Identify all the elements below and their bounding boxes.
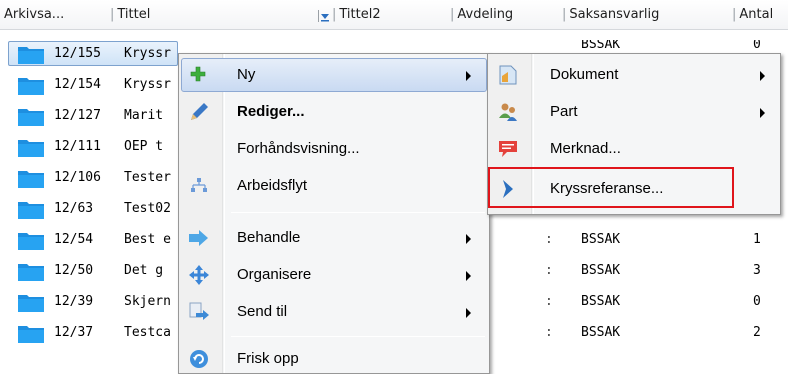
case-title: Kryssr	[124, 77, 171, 92]
case-number: 12/106	[54, 170, 101, 185]
menu-item-label: Rediger...	[237, 103, 305, 120]
case-number: 12/111	[54, 139, 101, 154]
column-header-avdeling[interactable]: | Avdeling	[450, 0, 513, 30]
case-number: 12/155	[54, 46, 101, 61]
case-title: OEP t	[124, 139, 164, 154]
menu-item-highlight	[181, 58, 487, 92]
folder-icon	[18, 171, 44, 188]
case-number: 12/50	[54, 263, 94, 278]
case-title: Test02	[124, 201, 171, 216]
saksansvarlig-cell: BSSAK	[581, 40, 621, 52]
menu-item-ny[interactable]: Ny	[181, 57, 487, 93]
menu-item-arbeidsflyt[interactable]: Arbeidsflyt	[181, 168, 487, 204]
case-title: Testca	[124, 325, 171, 340]
menu-separator	[231, 212, 485, 213]
highlight-box	[488, 167, 734, 208]
avdeling-cell: :	[545, 325, 553, 340]
antall-cell: 0	[753, 294, 761, 309]
workflow-icon	[191, 178, 207, 192]
comment-icon	[499, 141, 517, 157]
case-title: Best e	[124, 232, 171, 247]
saksansvarlig-cell: BSSAK	[581, 263, 621, 278]
context-menu: Ny Rediger... Forhåndsvisning... Arbeids…	[178, 53, 490, 374]
saksansvarlig-cell: BSSAK	[581, 294, 621, 309]
column-header: Arkivsa... | Tittel | Tittel2 | Avdeling | S…	[0, 0, 788, 30]
folder-icon	[18, 233, 44, 250]
case-title: Det g	[124, 263, 164, 278]
case-title: Marit	[124, 108, 164, 123]
folder-icon	[18, 78, 44, 95]
submenu-arrow-icon	[466, 71, 471, 81]
menu-item-label: Organisere	[237, 266, 312, 283]
menu-item-part[interactable]: Part	[490, 94, 778, 130]
menu-item-organisere[interactable]: Organisere	[181, 257, 487, 293]
submenu-arrow-icon	[466, 271, 471, 281]
move-icon	[189, 265, 209, 285]
menu-item-send-til[interactable]: Send til	[181, 294, 487, 330]
menu-item-rediger[interactable]: Rediger...	[181, 94, 487, 130]
case-number: 12/63	[54, 201, 94, 216]
send-icon	[189, 302, 209, 320]
case-number: 12/37	[54, 325, 94, 340]
folder-icon	[18, 202, 44, 219]
submenu-arrow-icon	[466, 308, 471, 318]
column-header-tittel[interactable]: | Tittel	[110, 0, 150, 30]
document-icon	[499, 65, 517, 85]
process-icon	[189, 230, 208, 246]
menu-item-label: Send til	[237, 303, 288, 320]
sort-down-icon[interactable]	[318, 10, 330, 22]
folder-icon	[18, 264, 44, 281]
folder-icon	[18, 47, 44, 64]
menu-item-merknad[interactable]: Merknad...	[490, 131, 778, 167]
add-icon	[190, 66, 206, 82]
case-title: Skjern	[124, 294, 171, 309]
menu-item-label: Ny	[237, 66, 256, 83]
folder-icon	[18, 326, 44, 343]
folder-icon	[18, 140, 44, 157]
menu-separator	[231, 336, 485, 337]
menu-item-dokument[interactable]: Dokument	[490, 57, 778, 93]
column-header-antall[interactable]: | Antal	[732, 0, 773, 30]
folder-icon	[18, 109, 44, 126]
avdeling-cell: :	[545, 263, 553, 278]
antall-cell: 3	[753, 263, 761, 278]
menu-item-label: Part	[550, 103, 578, 120]
case-number: 12/54	[54, 232, 94, 247]
case-number: 12/154	[54, 77, 101, 92]
avdeling-cell: :	[545, 232, 553, 247]
antall-cell: 1	[753, 232, 761, 247]
folder-icon	[18, 295, 44, 312]
column-header-tittel2[interactable]: | Tittel2	[332, 0, 381, 30]
case-title: Kryssr	[124, 46, 171, 61]
case-number: 12/127	[54, 108, 101, 123]
menu-item-label: Behandle	[237, 229, 301, 246]
pencil-icon	[191, 103, 208, 120]
avdeling-cell: :	[545, 294, 553, 309]
submenu-arrow-icon	[760, 108, 765, 118]
case-number: 12/39	[54, 294, 94, 309]
submenu-arrow-icon	[466, 234, 471, 244]
column-header-arkivsak[interactable]: Arkivsa...	[4, 0, 64, 30]
menu-item-frisk-opp[interactable]: Frisk opp	[181, 341, 487, 374]
saksansvarlig-cell: BSSAK	[581, 232, 621, 247]
antall-cell: 2	[753, 325, 761, 340]
submenu-arrow-icon	[760, 71, 765, 81]
menu-item-label: Frisk opp	[237, 350, 299, 367]
menu-item-behandle[interactable]: Behandle	[181, 220, 487, 256]
people-icon	[499, 103, 517, 121]
saksansvarlig-cell: BSSAK	[581, 325, 621, 340]
antall-cell: 0	[753, 40, 761, 52]
menu-item-label: Forhåndsvisning...	[237, 140, 360, 157]
menu-item-label: Merknad...	[550, 140, 621, 157]
refresh-icon	[190, 350, 208, 368]
column-header-saksansvarlig[interactable]: | Saksansvarlig	[562, 0, 659, 30]
menu-item-forhandsvisning[interactable]: Forhåndsvisning...	[181, 131, 487, 167]
menu-item-label: Dokument	[550, 66, 619, 83]
case-title: Tester	[124, 170, 171, 185]
menu-item-label: Arbeidsflyt	[237, 177, 308, 194]
